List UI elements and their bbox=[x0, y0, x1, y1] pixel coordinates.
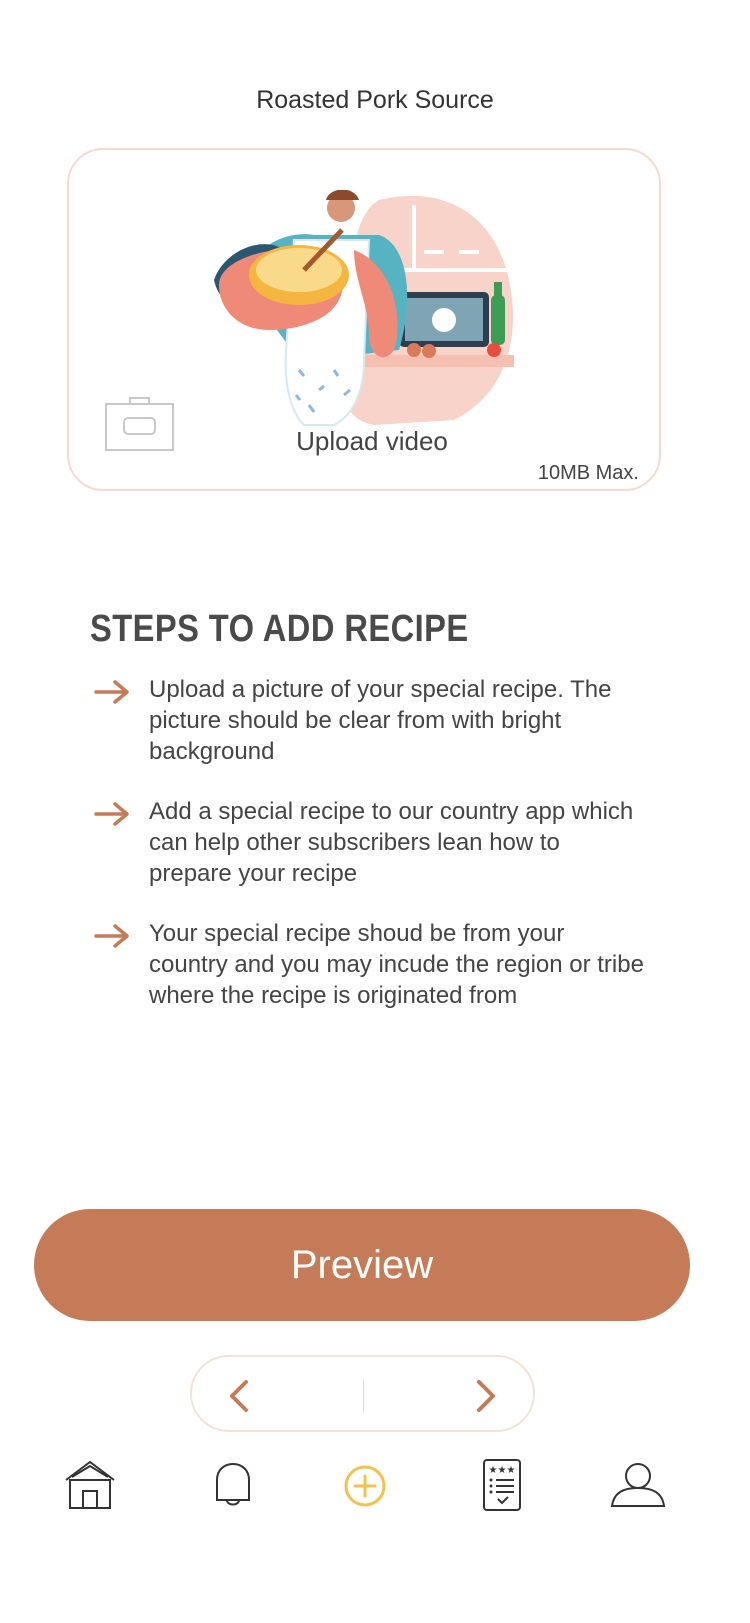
page-title: Roasted Pork Source bbox=[256, 86, 494, 114]
arrow-right-icon bbox=[94, 802, 129, 826]
pager bbox=[190, 1355, 535, 1432]
step-text: Add a special recipe to our country app … bbox=[149, 798, 634, 887]
recipe-list-icon[interactable]: ★★★ bbox=[472, 1458, 532, 1514]
arrow-right-icon bbox=[94, 924, 129, 948]
upload-video-label[interactable]: Upload video bbox=[69, 426, 659, 457]
step-text: Your special recipe shoud be from your c… bbox=[149, 920, 644, 1009]
upload-video-card[interactable]: Upload video 10MB Max. bbox=[67, 148, 661, 491]
home-icon[interactable] bbox=[60, 1458, 120, 1514]
chef-cooking-illustration bbox=[214, 190, 514, 426]
svg-text:★★★: ★★★ bbox=[489, 1465, 516, 1476]
profile-icon[interactable] bbox=[608, 1458, 668, 1514]
bell-icon[interactable] bbox=[203, 1458, 263, 1514]
add-icon[interactable] bbox=[335, 1458, 395, 1514]
pager-divider bbox=[363, 1380, 364, 1412]
bottom-tab-bar: ★★★ bbox=[0, 1458, 750, 1528]
preview-button[interactable]: Preview bbox=[34, 1209, 690, 1321]
chevron-right-icon[interactable] bbox=[469, 1379, 499, 1413]
chevron-left-icon[interactable] bbox=[226, 1379, 256, 1413]
steps-heading: STEPS TO ADD RECIPE bbox=[90, 608, 469, 650]
arrow-right-icon bbox=[94, 680, 129, 704]
upload-size-note: 10MB Max. bbox=[537, 462, 639, 484]
step-text: Upload a picture of your special recipe.… bbox=[149, 676, 612, 765]
